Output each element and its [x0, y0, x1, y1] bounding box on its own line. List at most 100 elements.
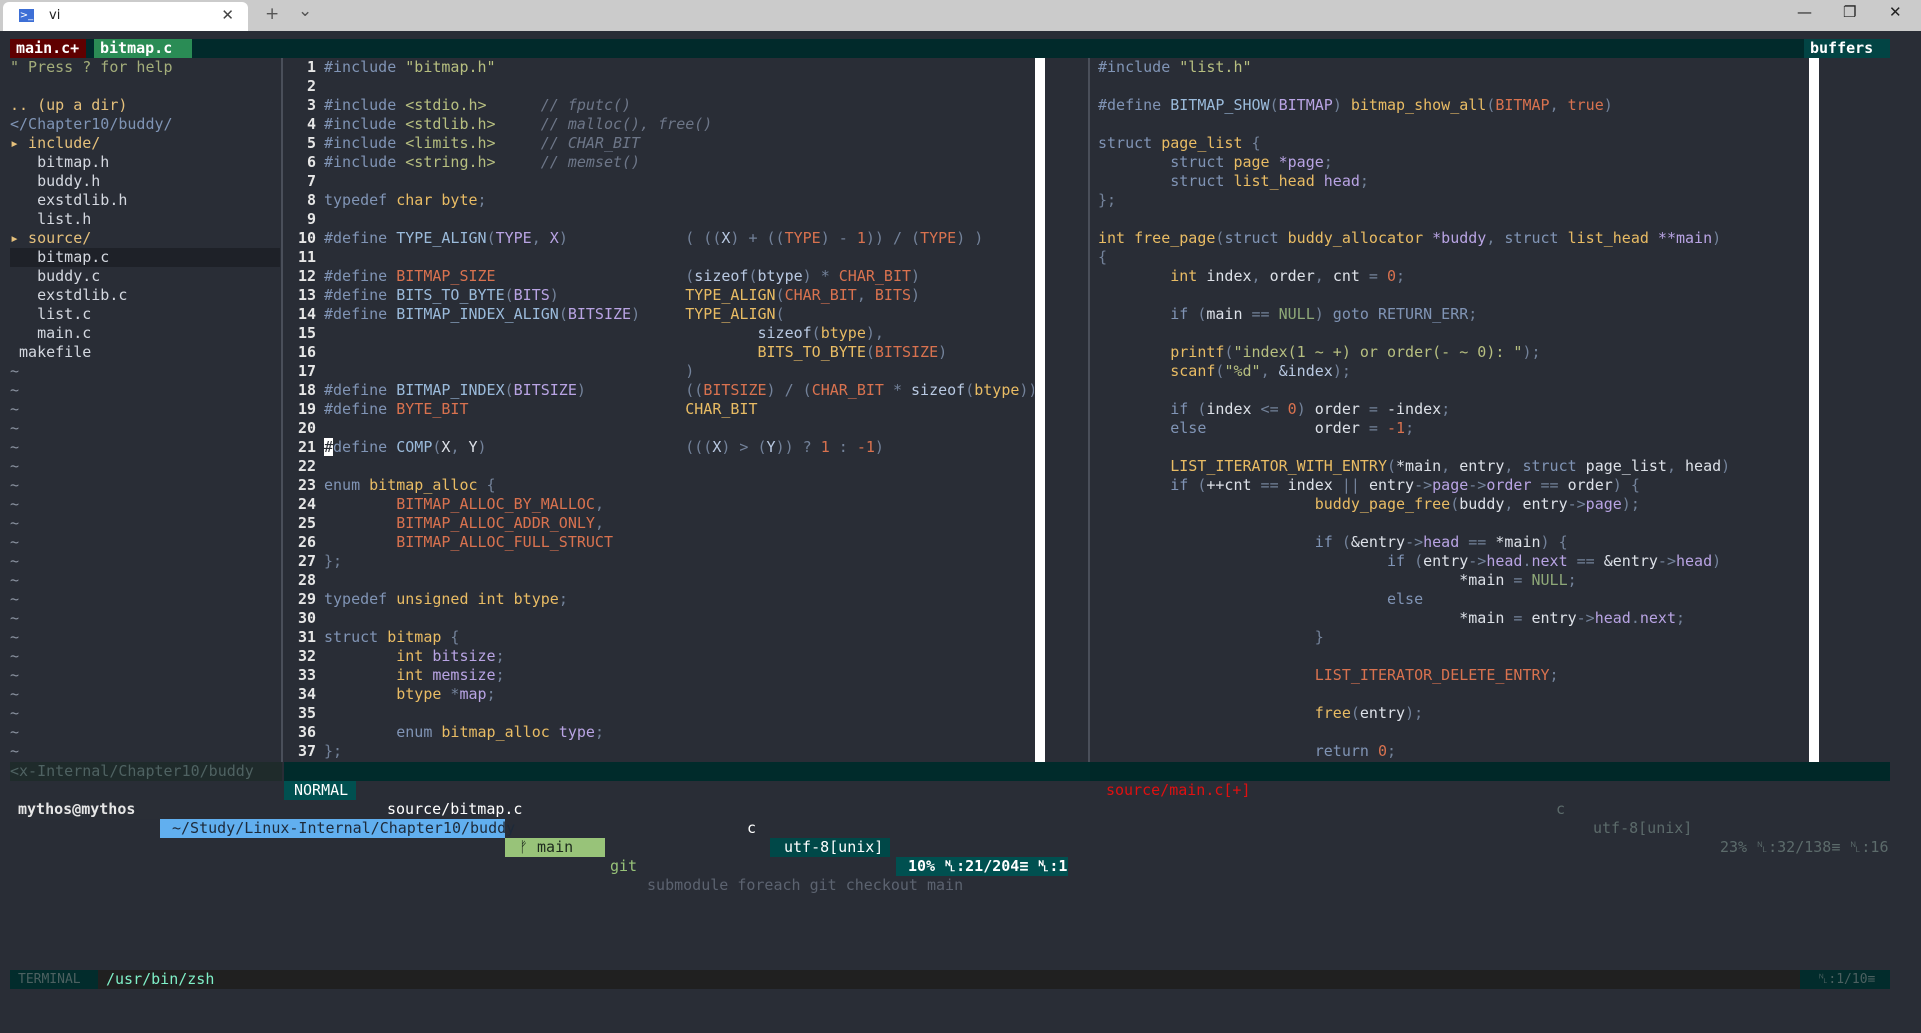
code-token: ( — [1188, 400, 1207, 418]
code-token: ; — [495, 647, 505, 665]
line-number: 14 — [297, 305, 316, 323]
code-line: #include "list.h" — [1098, 58, 1808, 77]
line-number: 13 — [297, 286, 316, 304]
code-token: #define — [324, 400, 388, 418]
tree-item[interactable]: buddy.h — [10, 172, 280, 191]
code-token: if — [1098, 400, 1189, 418]
code-token: printf — [1098, 343, 1225, 361]
code-token: struct — [324, 628, 379, 646]
tree-item[interactable]: </Chapter10/buddy/ — [10, 115, 280, 134]
code-token: ; — [558, 590, 568, 608]
code-token: ( — [965, 381, 975, 399]
tree-item[interactable]: list.h — [10, 210, 280, 229]
tree-item[interactable]: main.c — [10, 324, 280, 343]
split-divider[interactable] — [1088, 58, 1090, 762]
code-token: -> — [1657, 552, 1676, 570]
code-token: { — [1242, 134, 1261, 152]
code-token: if — [1098, 305, 1189, 323]
tree-item[interactable]: list.c — [10, 305, 280, 324]
editor-right[interactable]: #include "list.h" #define BITMAP_SHOW(BIT… — [1098, 58, 1808, 761]
code-token: 0 — [1287, 400, 1297, 418]
code-line: struct bitmap { — [324, 628, 1034, 647]
line-number: 33 — [297, 666, 316, 684]
scrollbar-right[interactable] — [1809, 58, 1819, 762]
tree-item[interactable]: makefile — [10, 343, 280, 362]
tree-item[interactable]: exstdlib.c — [10, 286, 280, 305]
code-token: ) — [911, 267, 921, 285]
close-window-button[interactable]: ✕ — [1889, 3, 1902, 21]
line-number: 5 — [306, 134, 316, 152]
active-statusline: NORMAL source/bitmap.c c utf-8[unix] 10%… — [284, 762, 1090, 876]
code-token: ; — [1567, 571, 1577, 589]
code-token: } — [1098, 628, 1324, 646]
empty-line-marker: ~ — [10, 476, 20, 494]
new-tab-button[interactable]: + — [265, 4, 279, 24]
code-line: enum bitmap_alloc { — [324, 476, 1034, 495]
tree-item[interactable]: exstdlib.h — [10, 191, 280, 210]
code-token: , — [1504, 457, 1523, 475]
tree-item[interactable]: ▸ include/ — [10, 134, 280, 153]
prompt-path: ~/Study/Linux-Internal/Chapter10/buddy — [160, 819, 515, 838]
code-token: ) > ( — [721, 438, 767, 456]
code-token: BITMAP_INDEX — [387, 381, 505, 399]
code-token: BITSIZE — [703, 381, 767, 399]
code-token: type — [549, 723, 595, 741]
code-token: if — [1098, 552, 1406, 570]
code-token: X — [549, 229, 559, 247]
code-line: BITMAP_ALLOC_FULL_STRUCT — [324, 533, 1034, 552]
split-divider[interactable] — [281, 58, 283, 762]
code-token: goto RETURN_ERR — [1323, 305, 1469, 323]
code-token: define — [333, 438, 388, 456]
minimize-button[interactable]: — — [1797, 3, 1812, 21]
tree-item[interactable]: .. (up a dir) — [10, 96, 280, 115]
code-token: BITMAP_INDEX_ALIGN — [387, 305, 559, 323]
tab-dropdown-button[interactable]: ⌄ — [298, 1, 312, 21]
code-line: struct list_head head; — [1098, 172, 1808, 191]
code-token: -1 — [1387, 419, 1406, 437]
code-line: *main = entry->head.next; — [1098, 609, 1808, 628]
empty-line-marker: ~ — [10, 552, 20, 570]
code-token: BYTE_BIT — [387, 400, 469, 418]
tree-item[interactable]: ▸ source/ — [10, 229, 280, 248]
terminal-mode: TERMINAL — [10, 970, 98, 989]
tree-item[interactable]: bitmap.h — [10, 153, 280, 172]
tree-item[interactable]: buddy.c — [10, 267, 280, 286]
code-token: ( — [1450, 495, 1460, 513]
code-token: int — [1098, 267, 1198, 285]
code-token: CHAR_BIT — [811, 381, 884, 399]
code-token: *main — [1098, 609, 1505, 627]
buffer-tab-bitmap[interactable]: bitmap.c — [94, 39, 192, 58]
maximize-button[interactable]: ❐ — [1843, 3, 1856, 21]
code-token: BITMAP_ALLOC_ADDR_ONLY — [324, 514, 595, 532]
code-token: , — [1251, 267, 1270, 285]
code-token: struct — [1224, 229, 1279, 247]
code-token: -> — [1414, 476, 1433, 494]
code-token: "%d" — [1224, 362, 1261, 380]
code-token: * — [441, 685, 460, 703]
shell-prompt[interactable]: mythos@mythos ~/Study/Linux-Internal/Cha… — [10, 781, 1890, 894]
code-token: , — [1666, 457, 1686, 475]
close-tab-icon[interactable]: ✕ — [221, 6, 234, 24]
buffer-tab-main[interactable]: main.c+ — [10, 39, 86, 58]
window-titlebar — [0, 0, 1921, 31]
editor-left[interactable]: #include "bitmap.h" #include <stdio.h> //… — [324, 58, 1034, 761]
scrollbar-left[interactable] — [1035, 58, 1045, 762]
tree-item[interactable]: bitmap.c — [10, 248, 280, 267]
code-token: LIST_ITERATOR_DELETE_ENTRY — [1098, 666, 1550, 684]
tab-vi[interactable]: >_ vi ✕ — [3, 2, 248, 31]
code-token: typedef — [324, 191, 388, 209]
code-token: struct — [1098, 172, 1225, 190]
code-line: #include <stdio.h> // fputc() — [324, 96, 1034, 115]
code-line: #define BITMAP_INDEX_ALIGN(BITSIZE) TYPE… — [324, 305, 1034, 324]
